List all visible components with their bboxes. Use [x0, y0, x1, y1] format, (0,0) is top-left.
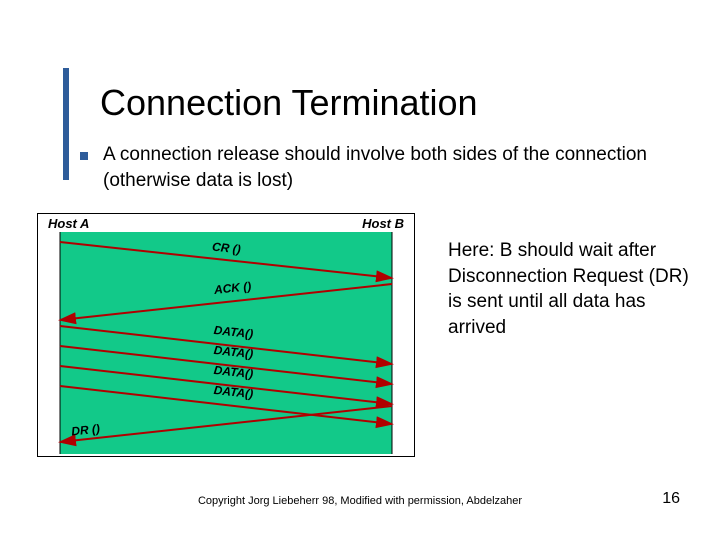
- host-b-label: Host B: [362, 216, 404, 231]
- sequence-diagram: Host A Host B CR () ACK () DATA() DATA(): [37, 213, 415, 457]
- page-number: 16: [662, 490, 680, 508]
- side-note-text: Here: B should wait after Disconnection …: [448, 238, 698, 341]
- msg-dr-label: DR (): [71, 422, 101, 439]
- title-accent-bar: [63, 68, 69, 180]
- slide-title: Connection Termination: [100, 82, 478, 124]
- bullet-icon: [80, 152, 88, 160]
- footer-copyright: Copyright Jorg Liebeherr 98, Modified wi…: [0, 495, 720, 507]
- body-bullet-text: A connection release should involve both…: [103, 142, 663, 193]
- slide: Connection Termination A connection rele…: [0, 0, 720, 540]
- msg-cr-label: CR (): [211, 240, 241, 257]
- host-a-label: Host A: [48, 216, 89, 231]
